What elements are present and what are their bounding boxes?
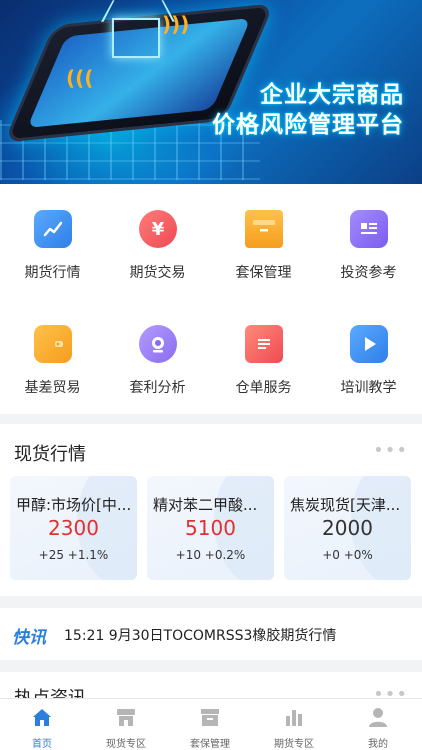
banner-title: 企业大宗商品 价格风险管理平台 [212,80,404,140]
webcam-icon [139,325,177,363]
hero-banner[interactable]: ((( ))) 企业大宗商品 价格风险管理平台 [0,0,422,184]
grid-item-futures-trading[interactable]: ¥ 期货交易 [105,184,210,299]
tab-spot-zone[interactable]: 现货专区 [84,699,168,750]
spot-card-coke[interactable]: 焦炭现货[天津... 2000 +0 +0% [284,476,411,580]
grid-item-label: 基差贸易 [24,380,81,396]
spot-card-name: 焦炭现货[天津... [290,496,401,514]
grid-item-basis-trading[interactable]: 基差贸易 [0,299,105,414]
spot-card-name: 精对苯二甲酸... [153,496,258,514]
spot-section-title: 现货行情 [14,444,86,465]
news-flash-logo: 快讯 [12,628,46,648]
tab-label: 期货专区 [274,739,314,750]
tab-hedging[interactable]: 套保管理 [168,699,252,750]
house-illustration [112,18,160,58]
tab-home[interactable]: 首页 [0,699,84,750]
tab-label: 套保管理 [190,739,230,750]
spot-card-price: 2300 [48,516,99,540]
tab-label: 我的 [368,739,388,750]
grid-item-investment-reference[interactable]: 投资参考 [316,184,421,299]
more-icon[interactable]: ••• [373,440,408,461]
tab-label: 现货专区 [106,739,146,750]
document-icon [245,325,283,363]
grid-item-label: 套保管理 [235,265,292,281]
wallet-icon [34,325,72,363]
spot-card-change: +10 +0.2% [175,548,246,562]
spot-card-price: 5100 [185,516,236,540]
grid-item-label: 期货交易 [129,265,186,281]
spot-card-price: 2000 [322,516,373,540]
function-grid: 期货行情 ¥ 期货交易 套保管理 投资参考 基差贸易 套利分析 仓单服务 培训教… [0,184,422,414]
news-flash-bar[interactable]: 快讯 15:21 9月30日TOCOMRSS3橡胶期货行情 [0,608,422,660]
signal-icon: ((( [66,66,94,90]
tab-me[interactable]: 我的 [336,699,420,750]
play-icon [350,325,388,363]
grid-item-label: 期货行情 [24,265,81,281]
grid-item-warehouse-receipt[interactable]: 仓单服务 [211,299,316,414]
article-icon [350,210,388,248]
grid-item-training[interactable]: 培训教学 [316,299,421,414]
spot-card-change: +0 +0% [322,548,373,562]
grid-item-hedging-management[interactable]: 套保管理 [211,184,316,299]
tab-futures-zone[interactable]: 期货专区 [252,699,336,750]
spot-card-change: +25 +1.1% [38,548,109,562]
grid-item-label: 仓单服务 [235,380,292,396]
spot-card-name: 甲醇:市场价[中... [16,496,132,514]
bottom-tab-bar: 首页 现货专区 套保管理 期货专区 我的 [0,698,422,750]
grid-item-futures-quotes[interactable]: 期货行情 [0,184,105,299]
grid-item-label: 培训教学 [340,380,397,396]
archive-box-icon [201,709,219,726]
home-icon [33,709,51,726]
grid-item-arbitrage-analysis[interactable]: 套利分析 [105,299,210,414]
spot-card-pta[interactable]: 精对苯二甲酸... 5100 +10 +0.2% [147,476,274,580]
grid-item-label: 投资参考 [340,265,397,281]
store-icon [117,709,135,726]
yuan-icon: ¥ [139,210,177,248]
spot-card-methanol[interactable]: 甲醇:市场价[中... 2300 +25 +1.1% [10,476,137,580]
banner-title-line2: 价格风险管理平台 [212,112,404,138]
bar-chart-icon [286,710,302,726]
news-flash-text[interactable]: 15:21 9月30日TOCOMRSS3橡胶期货行情 [64,625,336,645]
signal-icon: ))) [162,12,190,36]
banner-title-line1: 企业大宗商品 [260,82,404,108]
user-icon [369,708,387,727]
line-chart-icon [34,210,72,248]
spot-market-section: 现货行情 ••• 甲醇:市场价[中... 2300 +25 +1.1% 精对苯二… [0,424,422,596]
archive-box-icon [245,210,283,248]
grid-item-label: 套利分析 [129,380,186,396]
app-root: ((( ))) 企业大宗商品 价格风险管理平台 期货行情 ¥ 期货交易 套保管理 [0,0,422,750]
tab-label: 首页 [32,739,52,750]
